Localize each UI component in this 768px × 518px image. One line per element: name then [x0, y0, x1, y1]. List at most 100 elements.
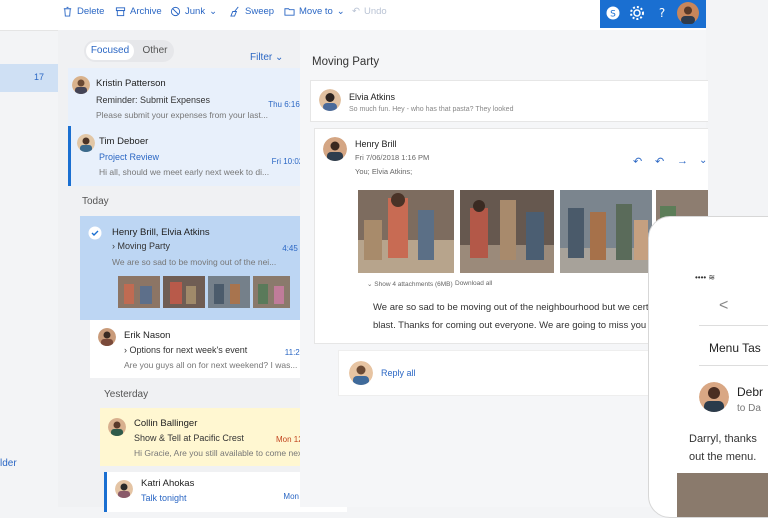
avatar: [699, 382, 729, 412]
avatar: [108, 418, 126, 436]
folder-move-icon: [284, 8, 295, 16]
chevron-down-icon[interactable]: ⌄: [337, 6, 345, 17]
phone-mockup: •••• ≋ < Menu Tas Debr to Da Darryl, tha…: [648, 216, 768, 518]
archive-label: Archive: [130, 6, 162, 17]
move-to-label: Move to: [299, 6, 333, 17]
preview: Hi Gracie, Are you still available to co…: [134, 448, 310, 458]
back-icon[interactable]: <: [719, 297, 728, 315]
subject: Options for next week's event: [129, 345, 248, 355]
list-item[interactable]: Tim Deboer Project Review Hi all, should…: [68, 126, 333, 186]
tab-focused[interactable]: Focused: [86, 42, 134, 60]
divider: [699, 325, 768, 326]
phone-recipient: to Da: [737, 403, 761, 414]
phone-body-line: out the menu.: [689, 451, 757, 463]
skype-icon[interactable]: S: [604, 4, 622, 22]
phone-photo: [677, 473, 768, 517]
folder-label[interactable]: lder: [0, 458, 17, 469]
preview: Please submit your expenses from your la…: [96, 110, 268, 120]
reply-icon[interactable]: ↶: [633, 155, 642, 168]
subject: Moving Party: [117, 241, 171, 251]
phone-subject: Menu Tas: [709, 341, 761, 355]
attachment-photo[interactable]: [358, 190, 454, 273]
chevron-right-icon: ›: [112, 241, 115, 251]
subject: Show & Tell at Pacific Crest: [134, 433, 244, 443]
delete-button[interactable]: Delete: [62, 6, 104, 17]
profile-avatar[interactable]: [677, 2, 699, 24]
list-item-selected[interactable]: Henry Brill, Elvia Atkins › Moving Party…: [80, 216, 328, 320]
filter-label: Filter: [250, 52, 273, 63]
sender-name: Henry Brill: [355, 139, 397, 149]
archive-icon: [115, 7, 126, 17]
divider: [699, 365, 768, 366]
collapsed-message[interactable]: Elvia Atkins So much fun. Hey - who has …: [310, 80, 710, 122]
subject: Project Review: [99, 152, 160, 162]
signal-icon: •••• ≋: [695, 273, 716, 282]
folder-inbox-selected[interactable]: [0, 64, 58, 92]
forward-icon[interactable]: →: [677, 155, 688, 167]
preview: Hi all, should we meet early next week t…: [99, 167, 270, 177]
list-item[interactable]: Erik Nason › Options for next week's eve…: [90, 320, 334, 378]
filter-button[interactable]: Filter ⌄: [250, 52, 283, 63]
avatar: [98, 328, 116, 346]
avatar: [77, 134, 95, 152]
svg-text:?: ?: [659, 6, 665, 20]
sender-name: Kristin Patterson: [96, 78, 166, 89]
trash-icon: [63, 6, 72, 17]
sender-name: Erik Nason: [124, 330, 171, 341]
preview: So much fun. Hey - who has that pasta? T…: [349, 106, 514, 113]
tab-other[interactable]: Other: [138, 42, 172, 60]
subject: Talk tonight: [141, 493, 187, 503]
sender-name: Henry Brill, Elvia Atkins: [112, 227, 210, 238]
junk-button[interactable]: Junk ⌄: [170, 6, 217, 17]
avatar: [323, 137, 347, 161]
attachment-thumbnails[interactable]: [118, 276, 290, 308]
undo-button[interactable]: ↶ Undo: [352, 6, 387, 17]
desktop-edge: [708, 0, 768, 216]
undo-label: Undo: [363, 6, 387, 17]
avatar: [115, 480, 133, 498]
junk-label: Junk: [185, 6, 206, 17]
sweep-label: Sweep: [245, 6, 275, 17]
avatar: [319, 89, 341, 111]
message-date: Fri 7/06/2018 1:16 PM: [355, 153, 430, 162]
preview: Are you guys all on for next weekend? I …: [124, 360, 298, 370]
avatar: [72, 76, 90, 94]
chevron-right-icon: ›: [124, 345, 127, 355]
attachment-photo[interactable]: [460, 190, 554, 273]
move-to-button[interactable]: Move to ⌄: [284, 6, 345, 17]
download-all-link[interactable]: Download all: [455, 280, 492, 287]
subject: Reminder: Submit Expenses: [96, 95, 211, 105]
help-icon[interactable]: ?: [653, 4, 671, 22]
conversation-subject: Moving Party: [312, 56, 380, 68]
archive-button[interactable]: Archive: [115, 6, 162, 17]
gear-icon[interactable]: [628, 4, 646, 22]
checkmark-icon[interactable]: [88, 226, 102, 240]
reply-all-icon[interactable]: ↶: [655, 155, 664, 168]
chevron-down-icon[interactable]: ⌄: [209, 6, 217, 17]
list-item[interactable]: Kristin Patterson Reminder: Submit Expen…: [68, 68, 330, 126]
subject-row: › Options for next week's event: [124, 345, 247, 355]
section-header-today: Today: [82, 196, 109, 207]
recipients: You; Elvia Atkins;: [355, 167, 413, 176]
sweep-button[interactable]: Sweep: [230, 6, 274, 17]
avatar: [349, 361, 373, 385]
undo-icon: ↶: [352, 6, 360, 17]
svg-text:S: S: [610, 10, 616, 20]
inbox-count: 17: [34, 72, 45, 82]
subject-row: › Moving Party: [112, 241, 170, 251]
chevron-down-icon[interactable]: ⌄: [699, 155, 707, 166]
chevron-down-icon: ⌄: [275, 52, 284, 63]
sender-name: Elvia Atkins: [349, 92, 396, 102]
attachments-toggle[interactable]: ⌄ Show 4 attachments (6MB): [367, 280, 453, 288]
reply-all-label[interactable]: Reply all: [381, 368, 416, 378]
folder-pane: [0, 30, 58, 507]
delete-label: Delete: [77, 6, 105, 17]
preview: We are so sad to be moving out of the ne…: [112, 257, 277, 267]
section-header-yesterday: Yesterday: [104, 389, 149, 400]
sender-name: Katri Ahokas: [141, 478, 195, 489]
broom-icon: [230, 6, 239, 17]
phone-sender: Debr: [737, 385, 764, 399]
attachment-photo[interactable]: [560, 190, 652, 273]
attachments-label: Show 4 attachments (6MB): [374, 281, 453, 288]
phone-body-line: Darryl, thanks: [689, 433, 757, 445]
